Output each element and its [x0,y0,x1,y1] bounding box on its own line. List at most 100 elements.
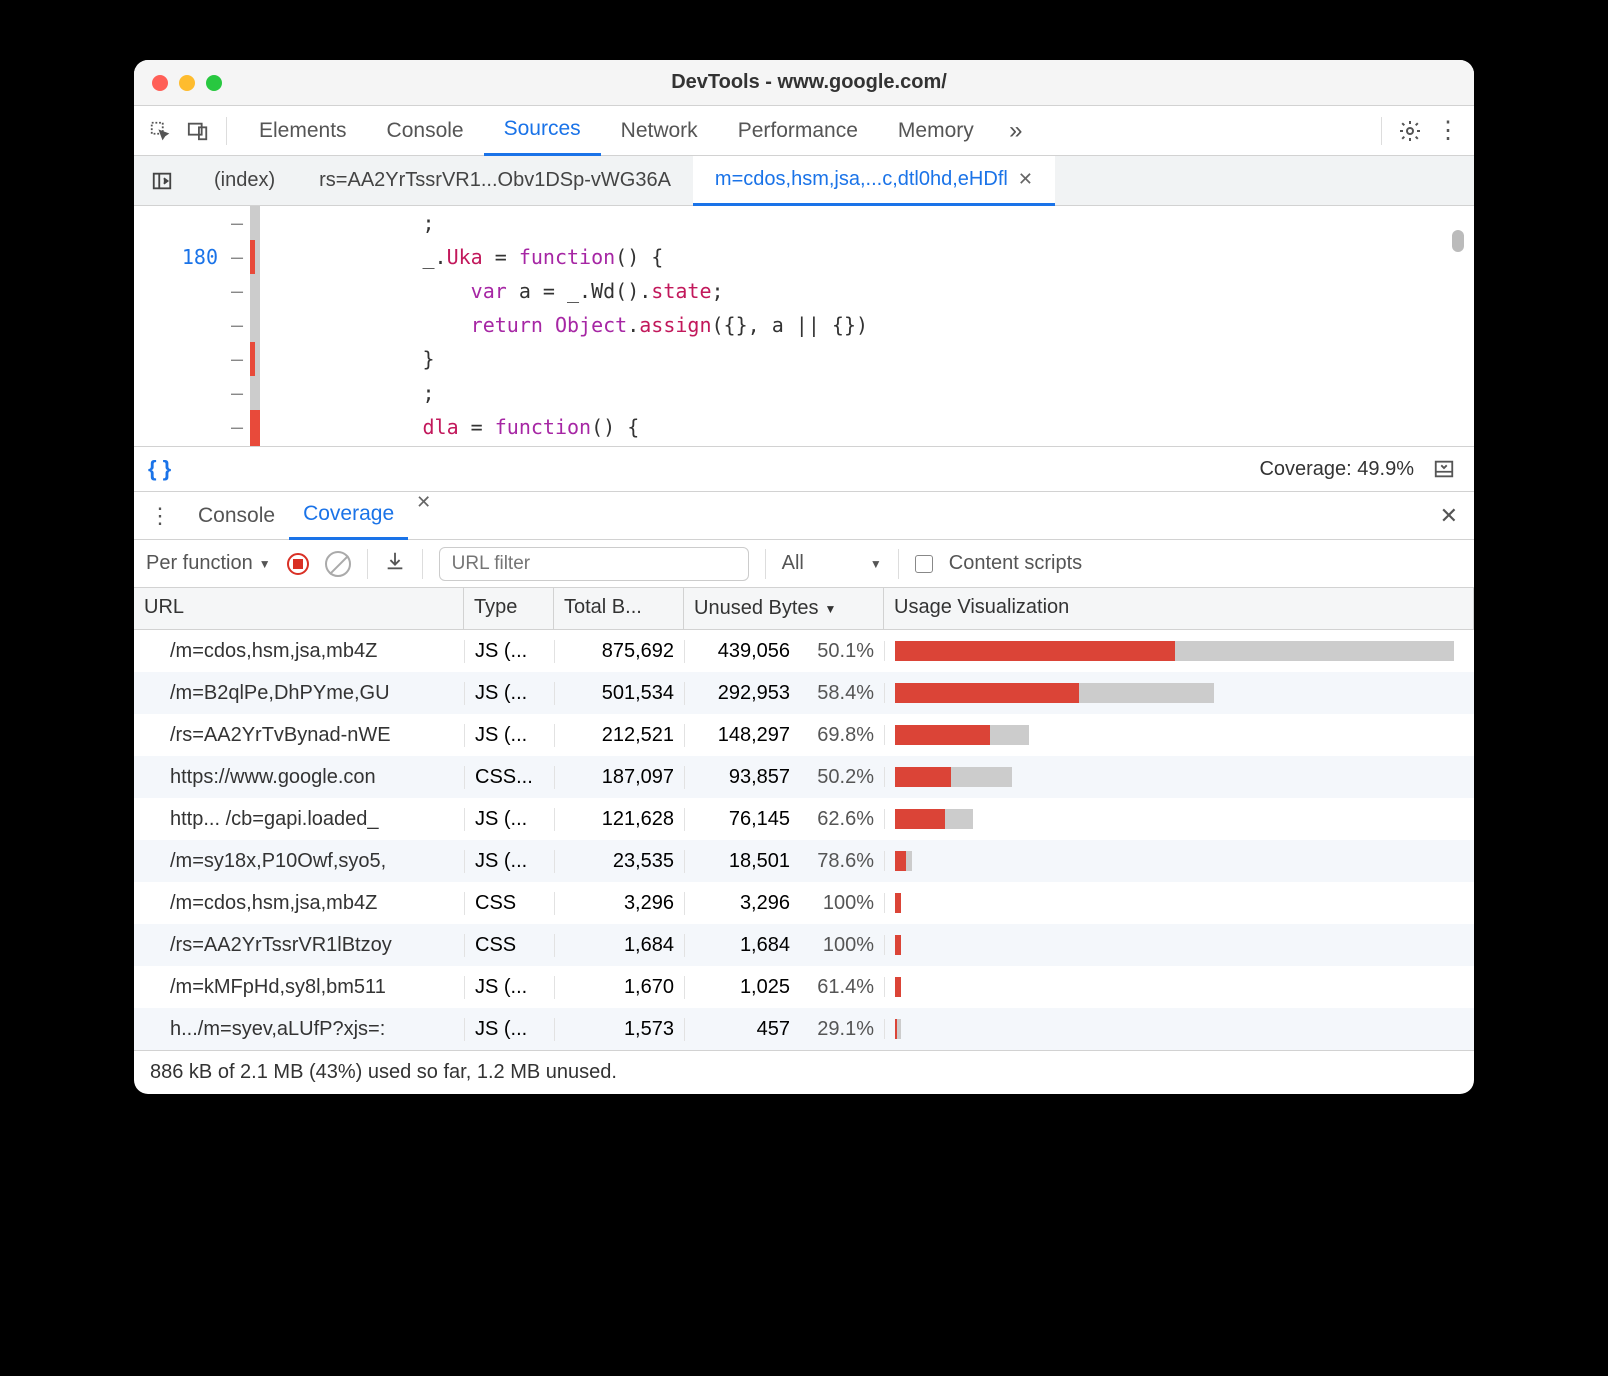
coverage-statusbar: { } Coverage: 49.9% [134,446,1474,492]
close-tab-icon[interactable]: ✕ [1018,169,1033,190]
cell-viz [884,641,1474,661]
cell-url: /rs=AA2YrTvBynad-nWE [134,724,464,747]
cell-url: /m=kMFpHd,sy8l,bm511 [134,976,464,999]
main-tabs: ElementsConsoleSourcesNetworkPerformance… [239,106,994,156]
source-code-view[interactable]: 180 –––––––– ; _.Uka = function() { var … [134,206,1474,446]
table-row[interactable]: /m=B2qlPe,DhPYme,GUJS (...501,534292,953… [134,672,1474,714]
cell-viz [884,977,1474,997]
sort-desc-icon: ▼ [825,602,837,616]
table-row[interactable]: /rs=AA2YrTvBynad-nWEJS (...212,521148,29… [134,714,1474,756]
separator [1381,117,1382,145]
cell-type: CSS... [464,766,554,789]
url-filter-input[interactable] [439,547,749,581]
export-icon[interactable] [384,550,406,578]
cell-total: 212,521 [554,724,684,747]
table-row[interactable]: /m=cdos,hsm,jsa,mb4ZCSS3,2963,296100% [134,882,1474,924]
separator [898,549,899,579]
minimize-window-button[interactable] [179,75,195,91]
cell-url: h.../m=syev,aLUfP?xjs=: [134,1018,464,1041]
chevron-down-icon: ▼ [259,557,271,571]
cell-type: JS (... [464,724,554,747]
cell-viz [884,851,1474,871]
inspect-element-icon[interactable] [144,115,176,147]
record-button[interactable] [287,553,309,575]
fold-gutter: –––––––– [224,206,250,446]
cell-unused: 148,29769.8% [684,724,884,747]
scrollbar-vertical[interactable] [1452,210,1470,440]
cell-url: /m=cdos,hsm,jsa,mb4Z [134,892,464,915]
cell-total: 501,534 [554,682,684,705]
tab-network[interactable]: Network [601,106,718,156]
col-unused[interactable]: Unused Bytes ▼ [684,588,884,629]
cell-type: CSS [464,934,554,957]
cell-type: CSS [464,892,554,915]
close-drawer-tab-icon[interactable]: ✕ [408,492,439,540]
table-row[interactable]: /m=cdos,hsm,jsa,mb4ZJS (...875,692439,05… [134,630,1474,672]
cell-type: JS (... [464,682,554,705]
kebab-menu-icon[interactable]: ⋮ [1432,115,1464,147]
collapse-bottom-icon[interactable] [1428,453,1460,485]
drawer-menu-icon[interactable]: ⋮ [144,500,176,532]
tab-elements[interactable]: Elements [239,106,367,156]
table-row[interactable]: h.../m=syev,aLUfP?xjs=:JS (...1,57345729… [134,1008,1474,1050]
separator [765,549,766,579]
pretty-print-icon[interactable]: { } [148,456,171,482]
window-title: DevTools - www.google.com/ [222,71,1396,94]
cell-viz [884,935,1474,955]
cell-total: 1,670 [554,976,684,999]
cell-unused: 18,50178.6% [684,850,884,873]
titlebar: DevTools - www.google.com/ [134,60,1474,106]
device-toolbar-icon[interactable] [182,115,214,147]
content-scripts-checkbox[interactable] [915,555,933,573]
table-row[interactable]: /rs=AA2YrTssrVR1lBtzoyCSS1,6841,684100% [134,924,1474,966]
code-lines[interactable]: ; _.Uka = function() { var a = _.Wd().st… [260,206,1474,446]
coverage-mode-select[interactable]: Per function ▼ [146,552,271,575]
traffic-lights [152,75,222,91]
tab-sources[interactable]: Sources [484,106,601,156]
navigator-toggle-icon[interactable] [144,163,180,199]
document-tab[interactable]: rs=AA2YrTssrVR1...Obv1DSp-vWG36A [297,156,693,206]
tab-memory[interactable]: Memory [878,106,994,156]
line-number-gutter: 180 [134,206,224,446]
settings-icon[interactable] [1394,115,1426,147]
coverage-gutter [250,206,260,446]
coverage-summary: 886 kB of 2.1 MB (43%) used so far, 1.2 … [134,1050,1474,1094]
cell-url: /rs=AA2YrTssrVR1lBtzoy [134,934,464,957]
cell-url: http... /cb=gapi.loaded_ [134,808,464,831]
clear-button[interactable] [325,551,351,577]
tab-performance[interactable]: Performance [718,106,878,156]
close-drawer-button[interactable]: ✕ [1434,503,1464,529]
coverage-table-header: URL Type Total B... Unused Bytes ▼ Usage… [134,588,1474,630]
document-tab[interactable]: (index) [192,156,297,206]
separator [226,117,227,145]
drawer-tabs: ⋮ ConsoleCoverage✕ ✕ [134,492,1474,540]
col-viz[interactable]: Usage Visualization [884,588,1474,629]
tab-console[interactable]: Console [367,106,484,156]
content-scripts-label: Content scripts [949,552,1082,575]
cell-unused: 292,95358.4% [684,682,884,705]
table-row[interactable]: /m=sy18x,P10Owf,syo5,JS (...23,53518,501… [134,840,1474,882]
drawer-tab-coverage[interactable]: Coverage [289,492,408,540]
more-tabs-icon[interactable]: » [1000,115,1032,147]
table-row[interactable]: https://www.google.conCSS...187,09793,85… [134,756,1474,798]
col-url[interactable]: URL [134,588,464,629]
table-row[interactable]: http... /cb=gapi.loaded_JS (...121,62876… [134,798,1474,840]
document-tab[interactable]: m=cdos,hsm,jsa,...c,dtl0hd,eHDfl✕ [693,156,1055,206]
col-type[interactable]: Type [464,588,554,629]
cell-unused: 76,14562.6% [684,808,884,831]
cell-type: JS (... [464,850,554,873]
cell-type: JS (... [464,1018,554,1041]
drawer-tab-console[interactable]: Console [184,492,289,540]
devtools-window: DevTools - www.google.com/ ElementsConso… [134,60,1474,1094]
col-total[interactable]: Total B... [554,588,684,629]
close-window-button[interactable] [152,75,168,91]
cell-total: 187,097 [554,766,684,789]
cell-type: JS (... [464,976,554,999]
type-filter-select[interactable]: All ▼ [782,552,882,575]
cell-unused: 439,05650.1% [684,640,884,663]
cell-url: /m=cdos,hsm,jsa,mb4Z [134,640,464,663]
zoom-window-button[interactable] [206,75,222,91]
coverage-toolbar: Per function ▼ All ▼ Content scripts [134,540,1474,588]
table-row[interactable]: /m=kMFpHd,sy8l,bm511JS (...1,6701,02561.… [134,966,1474,1008]
separator [422,549,423,579]
